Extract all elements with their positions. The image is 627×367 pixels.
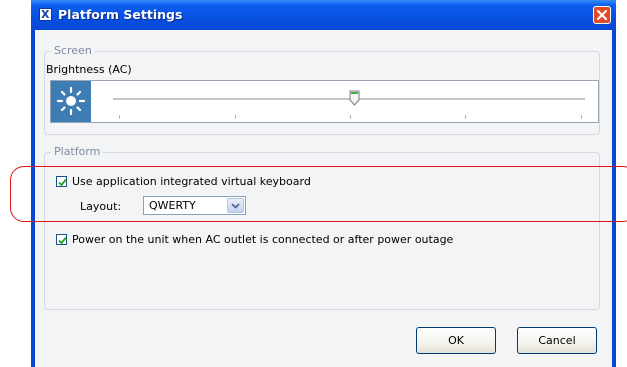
brightness-label: Brightness (AC) (46, 63, 132, 76)
dialog-body: Screen Brightness (AC) Platform Use appl… (35, 30, 612, 367)
window-title: Platform Settings (58, 7, 183, 22)
brightness-slider[interactable] (50, 80, 599, 123)
ok-button[interactable]: OK (416, 327, 496, 354)
title-bar[interactable]: X Platform Settings (31, 0, 616, 30)
virtual-keyboard-checkbox[interactable] (56, 176, 67, 187)
close-icon[interactable] (593, 6, 611, 24)
platform-settings-window: X Platform Settings Screen Brightness (A… (31, 0, 616, 367)
slider-tick (581, 115, 582, 119)
slider-tick (235, 115, 236, 119)
layout-select-value: QWERTY (149, 199, 196, 212)
slider-tick (350, 115, 351, 119)
virtual-keyboard-label[interactable]: Use application integrated virtual keybo… (72, 175, 311, 188)
sun-icon (56, 86, 86, 116)
layout-label: Layout: (80, 200, 122, 213)
slider-thumb[interactable] (349, 90, 360, 106)
layout-select[interactable]: QWERTY (143, 196, 246, 215)
slider-tick (119, 115, 120, 119)
power-on-label[interactable]: Power on the unit when AC outlet is conn… (72, 233, 453, 246)
slider-tick (465, 115, 466, 119)
screen-group-label: Screen (51, 44, 95, 57)
checkmark-icon (58, 236, 67, 245)
cancel-button[interactable]: Cancel (517, 327, 597, 354)
platform-group-label: Platform (51, 145, 104, 158)
app-icon-letter: X (41, 8, 50, 21)
brightness-tile (51, 81, 91, 122)
app-icon: X (39, 8, 52, 21)
checkmark-icon (58, 178, 67, 187)
power-on-checkbox[interactable] (56, 234, 67, 245)
chevron-down-icon[interactable] (227, 198, 244, 213)
